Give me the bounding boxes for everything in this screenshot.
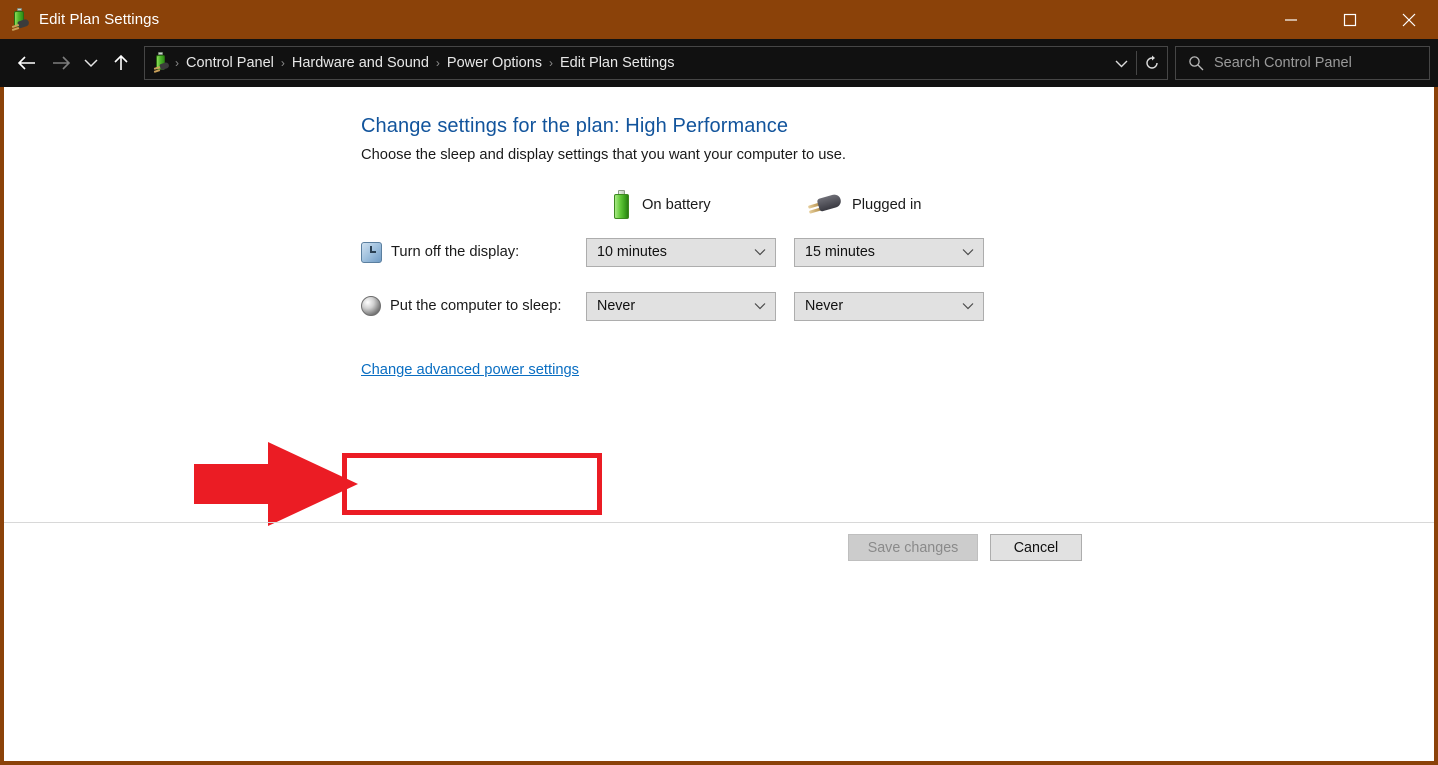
search-icon bbox=[1188, 55, 1204, 71]
power-plug-icon bbox=[807, 192, 843, 218]
row-label-text: Put the computer to sleep: bbox=[390, 298, 562, 314]
breadcrumb-separator: › bbox=[549, 56, 554, 70]
breadcrumb-separator: › bbox=[435, 56, 440, 70]
breadcrumb-item-power-options[interactable]: Power Options bbox=[442, 52, 547, 74]
window-controls bbox=[1261, 0, 1438, 39]
red-highlight-box bbox=[342, 453, 602, 515]
select-display-on-battery[interactable]: 10 minutes bbox=[586, 237, 776, 267]
search-box[interactable]: Search Control Panel bbox=[1175, 46, 1430, 80]
back-icon[interactable] bbox=[10, 46, 44, 80]
address-bar-actions bbox=[1106, 47, 1167, 79]
column-label-on-battery: On battery bbox=[642, 197, 711, 213]
advanced-settings-zone: Change advanced power settings bbox=[4, 361, 1434, 405]
row-label-turn-off-display: Turn off the display: bbox=[361, 241, 586, 263]
maximize-button[interactable] bbox=[1320, 0, 1379, 39]
cancel-button[interactable]: Cancel bbox=[990, 534, 1082, 561]
chevron-down-icon bbox=[962, 302, 974, 310]
chevron-down-icon bbox=[754, 248, 766, 256]
power-plan-icon bbox=[10, 7, 30, 31]
column-plugged-in: Plugged in bbox=[794, 192, 1002, 218]
address-bar[interactable]: › Control Panel › Hardware and Sound › P… bbox=[144, 46, 1168, 80]
setting-row-sleep: Put the computer to sleep: Never Never bbox=[361, 279, 1434, 333]
content-wrapper: Change settings for the plan: High Perfo… bbox=[0, 87, 1438, 765]
red-pointer-arrow bbox=[194, 442, 358, 526]
close-button[interactable] bbox=[1379, 0, 1438, 39]
minimize-button[interactable] bbox=[1261, 0, 1320, 39]
row-label-sleep: Put the computer to sleep: bbox=[361, 296, 586, 316]
settings-table: On battery Plugged in Turn off the displ… bbox=[4, 185, 1434, 333]
up-arrow-icon[interactable] bbox=[104, 46, 138, 80]
refresh-icon[interactable] bbox=[1137, 47, 1167, 79]
breadcrumb-separator: › bbox=[175, 56, 179, 70]
breadcrumb-item-control-panel[interactable]: Control Panel bbox=[181, 52, 279, 74]
column-on-battery: On battery bbox=[586, 190, 794, 220]
select-sleep-plugged-in[interactable]: Never bbox=[794, 291, 984, 321]
sleep-moon-icon bbox=[361, 296, 381, 316]
select-value: 15 minutes bbox=[805, 244, 875, 260]
recent-locations-chevron-icon[interactable] bbox=[78, 46, 104, 80]
breadcrumb-separator: › bbox=[280, 56, 285, 70]
select-value: Never bbox=[805, 298, 844, 314]
breadcrumb-item-edit-plan-settings[interactable]: Edit Plan Settings bbox=[555, 52, 679, 74]
page-subtitle: Choose the sleep and display settings th… bbox=[361, 147, 846, 163]
page-header: Change settings for the plan: High Perfo… bbox=[4, 87, 1434, 163]
display-clock-icon bbox=[361, 241, 382, 263]
setting-row-turn-off-display: Turn off the display: 10 minutes 15 minu… bbox=[361, 225, 1434, 279]
breadcrumb-power-icon bbox=[153, 52, 171, 73]
forward-icon[interactable] bbox=[44, 46, 78, 80]
row-label-text: Turn off the display: bbox=[391, 244, 520, 260]
battery-icon bbox=[610, 190, 632, 220]
select-value: 10 minutes bbox=[597, 244, 667, 260]
breadcrumb: › Control Panel › Hardware and Sound › P… bbox=[173, 52, 679, 74]
column-label-plugged-in: Plugged in bbox=[852, 197, 922, 213]
column-headers: On battery Plugged in bbox=[361, 185, 1434, 225]
navigation-bar: › Control Panel › Hardware and Sound › P… bbox=[0, 39, 1438, 87]
page-title: Change settings for the plan: High Perfo… bbox=[361, 115, 789, 137]
breadcrumb-item-hardware-and-sound[interactable]: Hardware and Sound bbox=[287, 52, 434, 74]
content-panel: Change settings for the plan: High Perfo… bbox=[4, 87, 1434, 761]
chevron-down-icon bbox=[754, 302, 766, 310]
edit-plan-settings-window: Edit Plan Settings › Control Panel › Har… bbox=[0, 0, 1438, 765]
previous-locations-chevron-icon[interactable] bbox=[1106, 47, 1136, 79]
save-changes-button[interactable]: Save changes bbox=[848, 534, 978, 561]
search-placeholder: Search Control Panel bbox=[1214, 55, 1352, 71]
select-value: Never bbox=[597, 298, 636, 314]
select-display-plugged-in[interactable]: 15 minutes bbox=[794, 237, 984, 267]
window-title: Edit Plan Settings bbox=[39, 11, 160, 28]
chevron-down-icon bbox=[962, 248, 974, 256]
select-sleep-on-battery[interactable]: Never bbox=[586, 291, 776, 321]
change-advanced-power-settings-link[interactable]: Change advanced power settings bbox=[361, 362, 579, 378]
content-divider bbox=[4, 522, 1434, 523]
button-bar: Save changes Cancel bbox=[4, 534, 1434, 561]
title-bar: Edit Plan Settings bbox=[0, 0, 1438, 39]
